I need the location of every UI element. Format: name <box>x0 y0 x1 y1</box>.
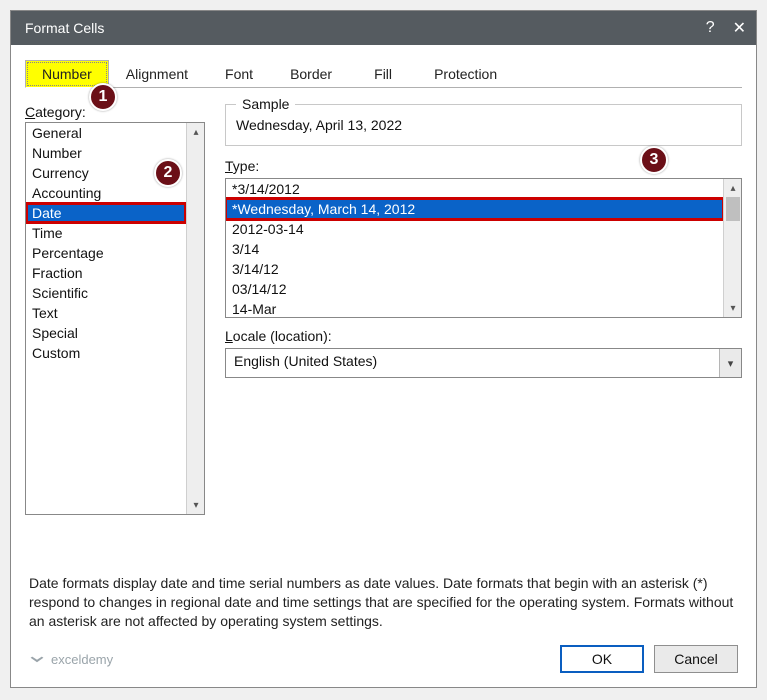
category-item-special[interactable]: Special <box>26 323 186 343</box>
titlebar: Format Cells ? ✕ <box>11 11 756 45</box>
locale-value: English (United States) <box>226 349 719 377</box>
right-column: Sample Wednesday, April 13, 2022 Type: 3… <box>225 104 742 552</box>
category-list[interactable]: General Number Currency Accounting Date … <box>25 122 205 515</box>
format-cells-dialog: Format Cells ? ✕ Number Alignment Font B… <box>10 10 757 688</box>
annotation-badge-2: 2 <box>154 159 182 187</box>
tabstrip: Number Alignment Font Border Fill Protec… <box>25 59 742 88</box>
locale-label: Locale (location): <box>225 328 742 344</box>
dialog-content: Number Alignment Font Border Fill Protec… <box>11 45 756 687</box>
category-item-general[interactable]: General <box>26 123 186 143</box>
type-item-6[interactable]: 14-Mar <box>226 299 723 317</box>
tab-fill[interactable]: Fill <box>349 60 417 88</box>
sample-frame: Sample Wednesday, April 13, 2022 <box>225 104 742 146</box>
watermark: exceldemy <box>29 651 550 667</box>
logo-icon <box>29 651 45 667</box>
type-item-1[interactable]: *Wednesday, March 14, 2012 <box>226 199 723 219</box>
type-item-3[interactable]: 3/14 <box>226 239 723 259</box>
watermark-text: exceldemy <box>51 652 113 667</box>
footer: exceldemy OK Cancel <box>25 635 742 677</box>
type-item-0[interactable]: *3/14/2012 <box>226 179 723 199</box>
category-item-fraction[interactable]: Fraction <box>26 263 186 283</box>
left-column: Category: General Number Currency Accoun… <box>25 104 205 552</box>
tab-font[interactable]: Font <box>205 60 273 88</box>
help-button[interactable]: ? <box>706 19 715 37</box>
scroll-down-icon[interactable]: ▾ <box>724 299 742 317</box>
main-columns: Category: General Number Currency Accoun… <box>25 104 742 552</box>
sample-value: Wednesday, April 13, 2022 <box>236 113 731 133</box>
cancel-button[interactable]: Cancel <box>654 645 738 673</box>
type-list[interactable]: *3/14/2012 *Wednesday, March 14, 2012 20… <box>225 178 742 318</box>
category-item-text[interactable]: Text <box>26 303 186 323</box>
category-item-date[interactable]: Date <box>26 203 186 223</box>
category-item-custom[interactable]: Custom <box>26 343 186 363</box>
annotation-badge-3: 3 <box>640 146 668 174</box>
type-item-5[interactable]: 03/14/12 <box>226 279 723 299</box>
close-button[interactable]: ✕ <box>733 18 746 38</box>
annotation-badge-1: 1 <box>89 83 117 111</box>
category-item-time[interactable]: Time <box>26 223 186 243</box>
description-text: Date formats display date and time seria… <box>25 552 742 635</box>
scroll-thumb[interactable] <box>726 197 740 221</box>
scroll-up-icon[interactable]: ▴ <box>187 123 205 141</box>
category-label: Category: <box>25 104 205 120</box>
category-item-percentage[interactable]: Percentage <box>26 243 186 263</box>
chevron-down-icon[interactable]: ▾ <box>719 349 741 377</box>
scroll-up-icon[interactable]: ▴ <box>724 179 742 197</box>
type-list-inner: *3/14/2012 *Wednesday, March 14, 2012 20… <box>226 179 723 317</box>
type-item-2[interactable]: 2012-03-14 <box>226 219 723 239</box>
type-item-4[interactable]: 3/14/12 <box>226 259 723 279</box>
tab-border[interactable]: Border <box>273 60 349 88</box>
tab-alignment[interactable]: Alignment <box>109 60 205 88</box>
tab-protection[interactable]: Protection <box>417 60 514 88</box>
type-scrollbar[interactable]: ▴ ▾ <box>723 179 741 317</box>
dialog-title: Format Cells <box>25 20 706 36</box>
locale-select[interactable]: English (United States) ▾ <box>225 348 742 378</box>
category-scrollbar[interactable]: ▴ ▾ <box>186 123 204 514</box>
number-tab-body: Category: General Number Currency Accoun… <box>25 88 742 677</box>
scroll-down-icon[interactable]: ▾ <box>187 496 205 514</box>
sample-legend: Sample <box>236 96 295 112</box>
ok-button[interactable]: OK <box>560 645 644 673</box>
category-item-scientific[interactable]: Scientific <box>26 283 186 303</box>
